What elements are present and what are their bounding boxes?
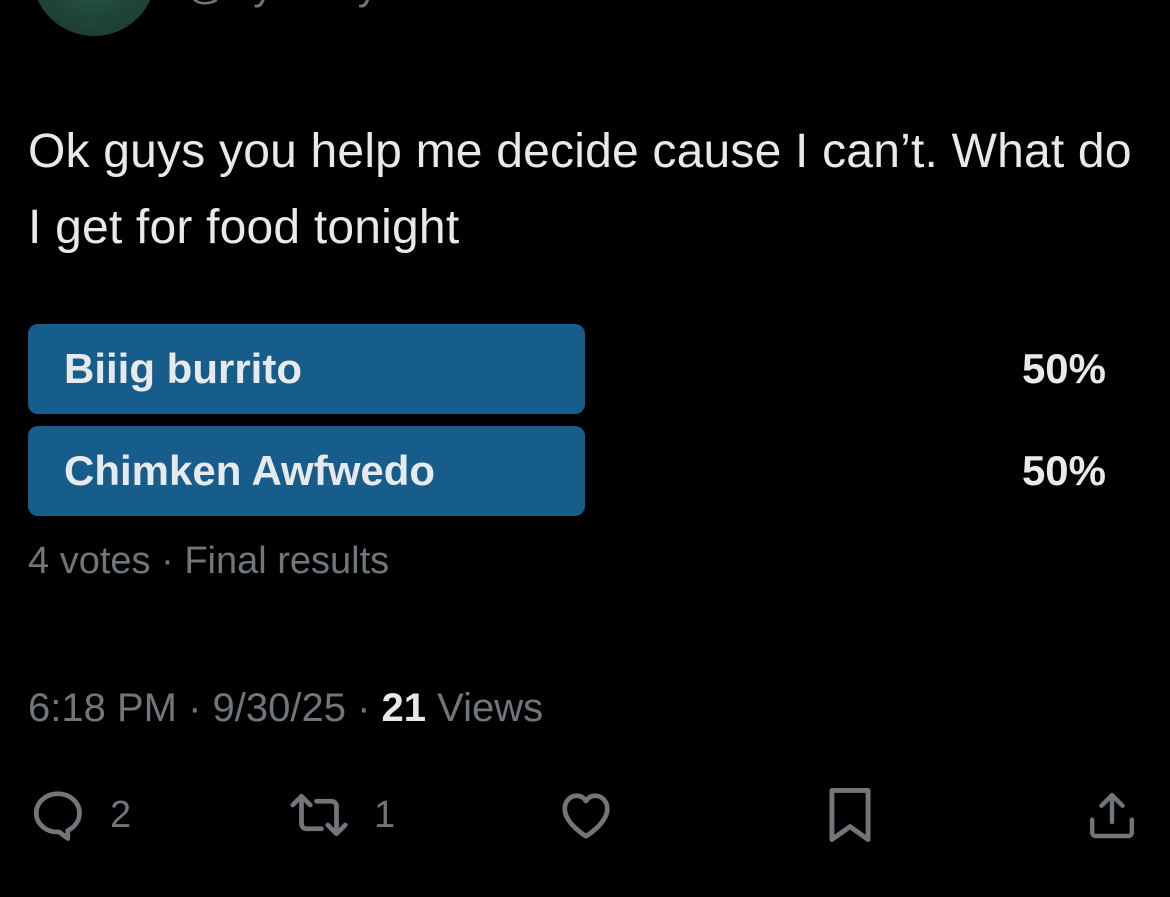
poll-option: Biiig burrito 50% bbox=[28, 324, 1118, 414]
author-handle[interactable]: @KyronBytesVA bbox=[186, 0, 482, 9]
reply-button[interactable]: 2 bbox=[28, 770, 131, 860]
poll-meta: 4 votes · Final results bbox=[28, 540, 389, 583]
avatar-shade bbox=[32, 0, 156, 36]
poll-option-label: Biiig burrito bbox=[64, 345, 302, 392]
reply-count: 2 bbox=[110, 793, 132, 836]
bookmark-icon bbox=[829, 788, 871, 842]
poll-option: Chimken Awfwedo 50% bbox=[28, 426, 1118, 516]
poll-option-percent: 50% bbox=[1021, 447, 1106, 494]
views-count: 21 bbox=[381, 686, 427, 730]
retweet-count: 1 bbox=[374, 793, 396, 836]
poll-option-label: Chimken Awfwedo bbox=[64, 447, 436, 494]
bookmark-button[interactable] bbox=[824, 770, 876, 860]
tweet-date[interactable]: 9/30/25 bbox=[213, 686, 346, 730]
views-label: Views bbox=[437, 686, 544, 730]
tweet-time[interactable]: 6:18 PM bbox=[28, 686, 177, 730]
avatar[interactable] bbox=[32, 0, 156, 36]
poll-option-percent: 50% bbox=[1021, 345, 1106, 392]
share-button[interactable] bbox=[1084, 770, 1140, 860]
like-button[interactable] bbox=[556, 770, 616, 860]
share-icon bbox=[1089, 792, 1135, 839]
timestamp-separator: · bbox=[345, 686, 382, 730]
reply-icon bbox=[33, 791, 82, 841]
like-icon bbox=[562, 793, 610, 839]
poll-meta-separator: · bbox=[150, 540, 185, 582]
retweet-icon bbox=[290, 793, 348, 837]
tweet-text: Ok guys you help me decide cause I can’t… bbox=[28, 125, 1132, 254]
action-bar: 2 1 bbox=[0, 770, 1170, 860]
poll-votes: 4 votes bbox=[28, 540, 151, 582]
timestamp-separator: · bbox=[176, 686, 213, 730]
retweet-button[interactable]: 1 bbox=[286, 770, 395, 860]
poll-status: Final results bbox=[184, 540, 390, 582]
tweet-timestamp: 6:18 PM · 9/30/25 · 21 Views bbox=[28, 686, 543, 731]
